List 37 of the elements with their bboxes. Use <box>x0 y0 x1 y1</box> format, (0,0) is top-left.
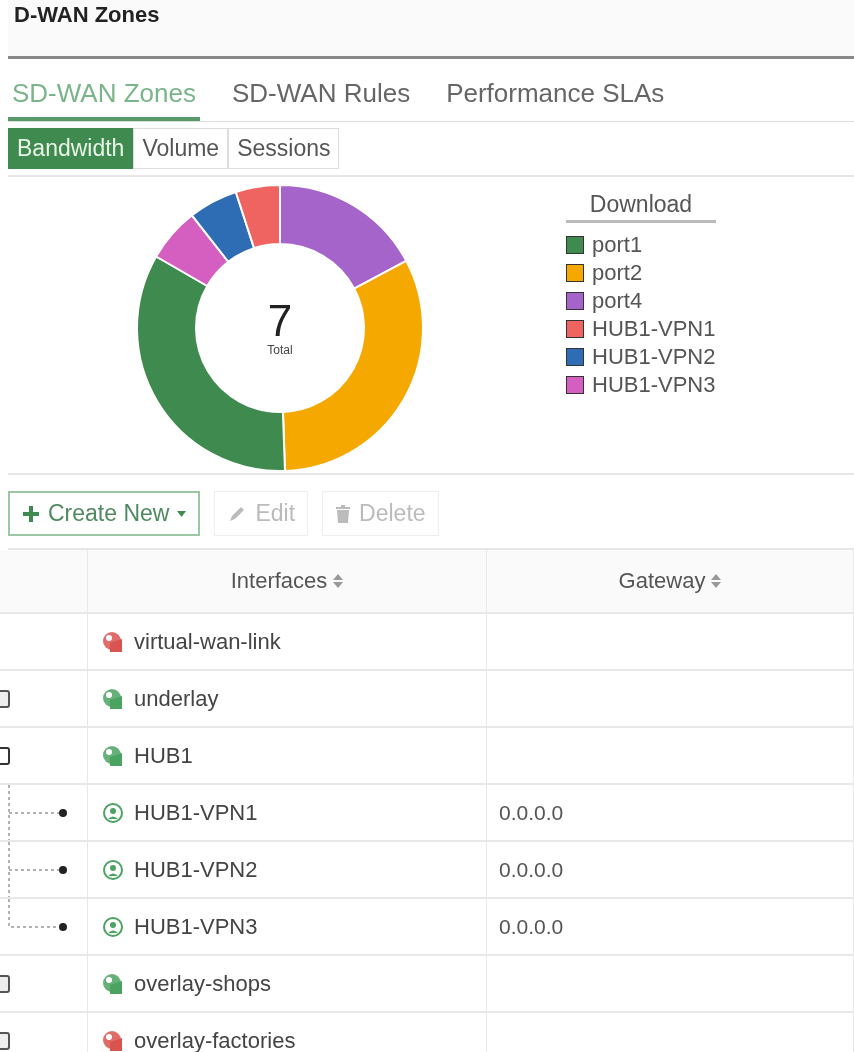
tab[interactable]: SD-WAN Rules <box>227 59 415 121</box>
table-cell: HUB1-VPN2 <box>88 842 487 897</box>
column-header[interactable]: Interfaces <box>88 550 487 612</box>
view-tab[interactable]: Sessions <box>228 128 340 169</box>
caret-icon <box>177 510 187 517</box>
total-label: Total <box>267 343 293 357</box>
create-button[interactable]: Create New <box>8 491 201 536</box>
column-header[interactable]: Gateway <box>487 550 854 612</box>
table-cell: 0.0.0.0 <box>487 785 854 840</box>
plus-icon <box>22 504 40 523</box>
table-cell: virtual-wan-link <box>88 614 487 669</box>
table-cell: overlay-factories <box>88 1013 487 1052</box>
legend-label: HUB1-VPN3 <box>592 372 716 398</box>
table-cell: underlay <box>88 671 487 726</box>
legend-label: HUB1-VPN1 <box>592 316 716 342</box>
table-cell: HUB1-VPN1 <box>88 785 487 840</box>
table-cell: HUB1 <box>88 728 487 783</box>
view-tab[interactable]: Bandwidth <box>8 128 134 169</box>
tab[interactable]: Performance SLAs <box>442 59 669 121</box>
table-cell: overlay-shops <box>88 956 487 1011</box>
total-count: 7 <box>267 299 293 343</box>
legend-label: port2 <box>592 260 643 286</box>
table-cell: 0.0.0.0 <box>487 899 854 954</box>
trash-icon <box>335 503 352 524</box>
legend-label: port1 <box>592 232 643 258</box>
sort-icon <box>711 574 722 588</box>
table-cell: HUB1-VPN3 <box>88 899 487 954</box>
legend-label: HUB1-VPN2 <box>592 344 716 370</box>
tree-line <box>8 899 68 931</box>
page-title: D-WAN Zones <box>13 2 161 28</box>
table-cell: 0.0.0.0 <box>487 842 854 897</box>
tree-line <box>8 842 68 897</box>
tree-line <box>8 785 68 840</box>
legend-label: port4 <box>592 288 643 314</box>
legend-title: Download <box>566 191 716 223</box>
view-tab[interactable]: Volume <box>133 128 229 169</box>
sort-icon <box>333 574 344 588</box>
